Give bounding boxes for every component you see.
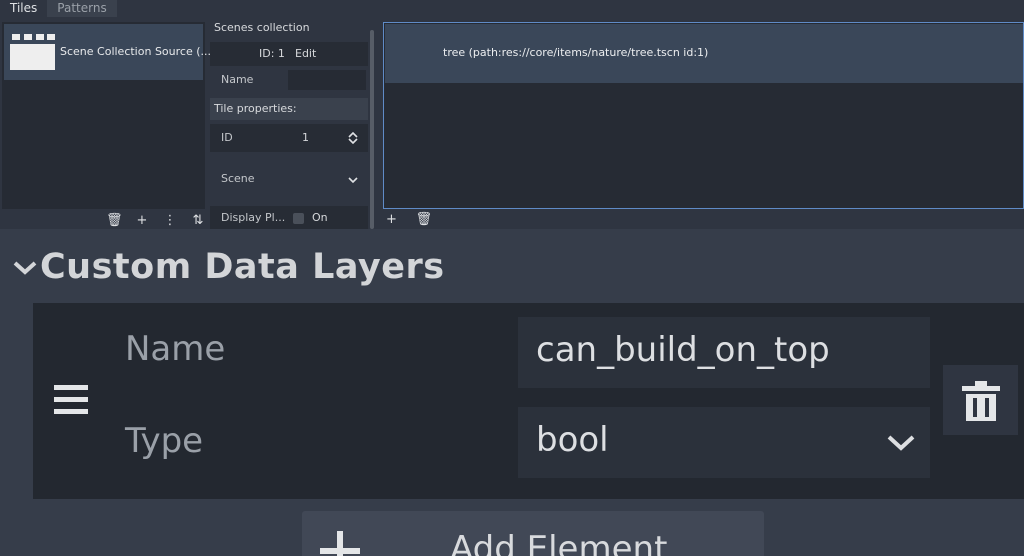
- spin-arrows-icon[interactable]: [348, 132, 358, 144]
- collection-properties-header: Scenes collection properties:: [214, 21, 310, 56]
- sources-toolbar: 🗑 + ⋮ ⇅: [106, 212, 206, 228]
- sort-sources-icon[interactable]: ⇅: [190, 213, 206, 228]
- scene-row: Scene: [210, 165, 368, 193]
- name-field[interactable]: [288, 70, 366, 90]
- delete-scene-tile-icon[interactable]: 🗑: [415, 212, 432, 228]
- layer-type-label: Type: [125, 421, 204, 461]
- source-item-scene-collection[interactable]: Scene Collection Source (...: [4, 24, 211, 80]
- layer-name-label: Name: [125, 329, 226, 369]
- scene-label: Scene: [221, 172, 255, 185]
- drag-handle-icon[interactable]: [54, 385, 88, 415]
- scene-tile-label: tree (path:res://core/items/nature/tree.…: [443, 46, 709, 59]
- scene-tiles-list[interactable]: tree (path:res://core/items/nature/tree.…: [383, 22, 1024, 209]
- name-label: Name: [221, 73, 254, 86]
- tile-id-spinbox[interactable]: 1: [302, 124, 309, 152]
- add-scene-tile-icon[interactable]: +: [386, 212, 397, 228]
- display-placeholder-checkbox[interactable]: [293, 213, 304, 224]
- id-edit-row: ID: 1 Edit: [210, 42, 368, 66]
- custom-data-layers-header[interactable]: Custom Data Layers: [12, 245, 445, 289]
- name-row: Name: [210, 68, 368, 92]
- chevron-down-icon: [887, 435, 915, 451]
- custom-data-layer: Name can_build_on_top Type bool: [33, 303, 1024, 499]
- layer-name-value: can_build_on_top: [536, 330, 830, 370]
- delete-source-icon[interactable]: 🗑: [106, 213, 123, 228]
- display-placeholder-label: Display Pl...: [221, 211, 286, 224]
- custom-data-inspector: Custom Data Layers Name can_build_on_top…: [0, 229, 1024, 556]
- edit-id-button[interactable]: Edit: [295, 42, 316, 66]
- tab-bar: Tiles Patterns: [0, 0, 117, 17]
- scene-collection-icon: [10, 34, 55, 70]
- add-source-icon[interactable]: +: [134, 213, 150, 228]
- tile-properties-header: Tile properties:: [210, 98, 368, 120]
- add-element-button[interactable]: Add Element: [302, 511, 764, 556]
- source-item-label: Scene Collection Source (...: [60, 45, 211, 58]
- tileset-panel: Tiles Patterns Scene Collection Source (…: [0, 0, 1024, 230]
- source-menu-icon[interactable]: ⋮: [162, 213, 178, 228]
- properties-scrollbar[interactable]: [370, 30, 374, 229]
- plus-icon: [320, 531, 360, 556]
- layer-type-value: bool: [536, 420, 609, 460]
- scene-dropdown-icon[interactable]: [348, 177, 358, 184]
- tileset-editor: Tiles Patterns Scene Collection Source (…: [0, 0, 1024, 556]
- tab-patterns[interactable]: Patterns: [47, 0, 117, 17]
- properties-panel: Scenes collection properties: ID: 1 Edit…: [210, 17, 368, 230]
- sources-list[interactable]: Scene Collection Source (...: [2, 22, 211, 209]
- section-title: Custom Data Layers: [40, 247, 445, 287]
- display-placeholder-row: Display Pl... On: [210, 206, 368, 230]
- display-placeholder-value: On: [312, 211, 328, 224]
- tile-id-label: ID: [221, 131, 233, 144]
- scene-tiles-toolbar: + 🗑: [386, 212, 432, 228]
- add-element-label: Add Element: [450, 529, 668, 556]
- trash-icon: [962, 381, 1000, 421]
- layer-type-select[interactable]: bool: [518, 407, 930, 478]
- chevron-down-icon: [13, 261, 37, 275]
- tab-tiles[interactable]: Tiles: [0, 0, 48, 17]
- tile-id-row: ID 1: [210, 124, 368, 152]
- scene-tile-item[interactable]: tree (path:res://core/items/nature/tree.…: [385, 24, 1023, 83]
- delete-layer-button[interactable]: [943, 365, 1018, 435]
- layer-name-field[interactable]: can_build_on_top: [518, 317, 930, 388]
- collection-id-text: ID: 1: [259, 47, 285, 60]
